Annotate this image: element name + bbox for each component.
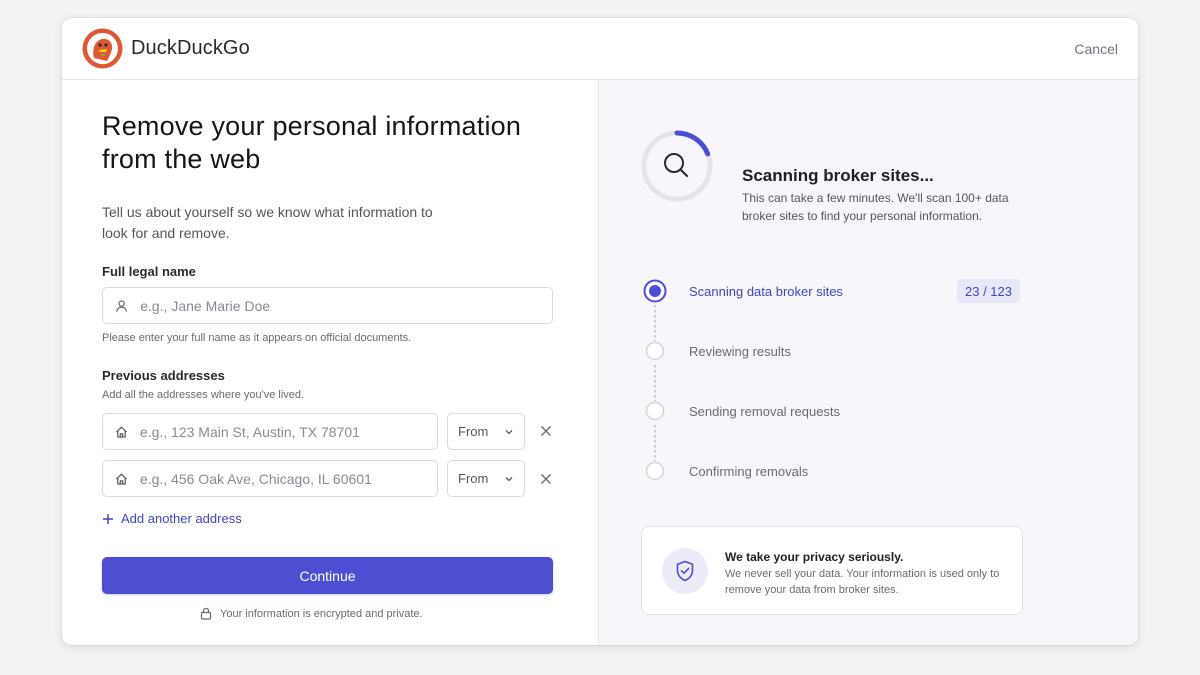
from-select-label-2: From bbox=[458, 471, 489, 486]
previous-addresses-hint: Add all the addresses where you've lived… bbox=[102, 389, 305, 401]
lock-icon bbox=[200, 607, 212, 620]
step-label: Sending removal requests bbox=[689, 403, 841, 419]
full-name-hint: Please enter your full name as it appear… bbox=[102, 332, 412, 344]
person-icon bbox=[116, 299, 128, 312]
step-pending-indicator bbox=[643, 459, 667, 483]
continue-button[interactable]: Continue bbox=[102, 557, 553, 594]
privacy-card: We take your privacy seriously. We never… bbox=[641, 526, 1023, 615]
full-name-input[interactable] bbox=[140, 297, 552, 314]
previous-addresses-label: Previous addresses bbox=[102, 368, 225, 383]
close-icon[interactable] bbox=[538, 471, 554, 487]
home-icon bbox=[115, 473, 127, 485]
full-name-label: Full legal name bbox=[102, 264, 196, 279]
step-pending-indicator bbox=[643, 339, 667, 363]
step-label: Reviewing results bbox=[689, 343, 791, 359]
step-label: Confirming removals bbox=[689, 463, 809, 479]
security-note-text: Your information is encrypted and privat… bbox=[220, 607, 423, 620]
step-pending-indicator bbox=[643, 399, 667, 423]
shield-check-icon bbox=[662, 548, 708, 594]
privacy-text: We never sell your data. Your informatio… bbox=[725, 568, 1000, 596]
step-scanning: Scanning data broker sites 23 / 123 bbox=[643, 279, 1043, 303]
address-input-1[interactable] bbox=[139, 423, 437, 440]
add-address-label: Add another address bbox=[121, 511, 242, 526]
brand-name: DuckDuckGo bbox=[131, 37, 250, 59]
chevron-down-icon bbox=[505, 476, 513, 481]
scan-progress-ring bbox=[641, 130, 713, 202]
scan-panel: Scanning broker sites... This can take a… bbox=[598, 80, 1138, 645]
step-label: Scanning data broker sites bbox=[689, 283, 843, 299]
cancel-button[interactable]: Cancel bbox=[1074, 41, 1118, 57]
plus-icon bbox=[103, 513, 113, 524]
add-address-link[interactable]: Add another address bbox=[102, 511, 242, 526]
step-sending: Sending removal requests bbox=[643, 399, 1043, 423]
page-subtitle: Tell us about yourself so we know what i… bbox=[102, 204, 433, 241]
step-confirming: Confirming removals bbox=[643, 459, 1043, 483]
step-connector bbox=[654, 305, 656, 341]
chevron-down-icon bbox=[505, 429, 513, 434]
privacy-title: We take your privacy seriously. bbox=[725, 550, 904, 564]
top-bar: DuckDuckGo Cancel bbox=[62, 18, 1138, 80]
from-select-label-1: From bbox=[458, 424, 489, 439]
app-window: DuckDuckGo Cancel Remove your personal i… bbox=[62, 18, 1138, 645]
step-reviewing: Reviewing results bbox=[643, 339, 1043, 363]
address-field-1[interactable] bbox=[102, 413, 438, 450]
step-active-indicator bbox=[643, 279, 667, 303]
step-connector bbox=[654, 425, 656, 461]
step-connector bbox=[654, 365, 656, 401]
duckduckgo-logo bbox=[82, 28, 123, 69]
page-title: Remove your personal information from th… bbox=[102, 111, 522, 174]
from-select-2[interactable]: From bbox=[447, 460, 525, 497]
form-panel: Remove your personal information from th… bbox=[62, 80, 598, 645]
security-note: Your information is encrypted and privat… bbox=[200, 607, 423, 620]
brand: DuckDuckGo bbox=[82, 28, 250, 69]
from-select-1[interactable]: From bbox=[447, 413, 525, 450]
search-icon bbox=[664, 153, 689, 178]
scan-counter-badge: 23 / 123 bbox=[957, 279, 1020, 303]
address-field-2[interactable] bbox=[102, 460, 438, 497]
address-input-2[interactable] bbox=[139, 470, 437, 487]
close-icon[interactable] bbox=[538, 423, 554, 439]
scan-title: Scanning broker sites... bbox=[742, 166, 934, 185]
scan-description: This can take a few minutes. We'll scan … bbox=[742, 191, 1009, 223]
full-name-field[interactable] bbox=[102, 287, 553, 324]
home-icon bbox=[115, 426, 127, 438]
